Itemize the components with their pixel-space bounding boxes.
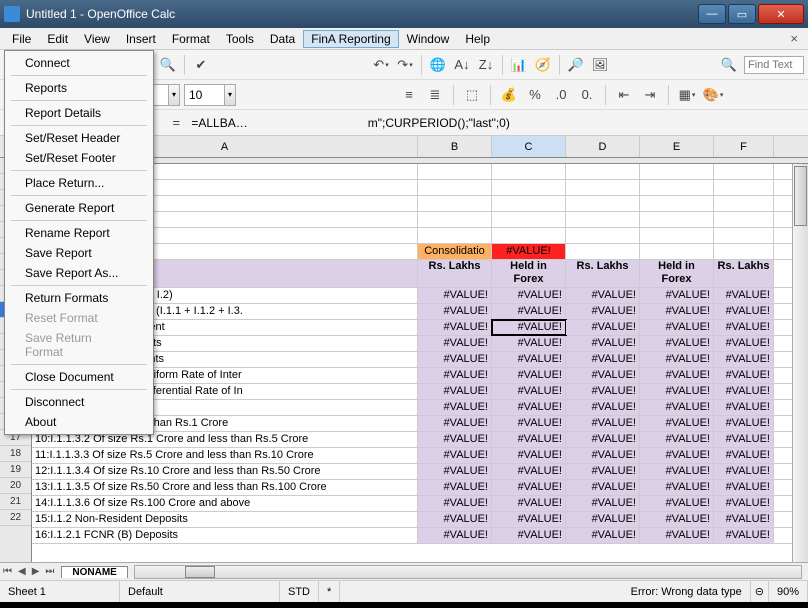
- cell-a22[interactable]: 16:I.1.2.1 FCNR (B) Deposits: [32, 528, 418, 543]
- sheet-tabs: ⏮ ◀ ▶ ⏭ NONAME: [0, 562, 808, 580]
- fina-reporting-menu: Connect Reports Report Details Set/Reset He…: [4, 50, 154, 435]
- doc-close-icon[interactable]: ×: [784, 29, 804, 48]
- menu-format[interactable]: Format: [164, 30, 218, 48]
- standard-toolbar: 📄 📂 💾 ✉ 📕 🖨 🔍 ✔ ConnectReportsReport Det…: [0, 50, 808, 80]
- column-header-D[interactable]: D: [566, 136, 640, 157]
- menuitem-disconnect[interactable]: Disconnect: [7, 392, 151, 412]
- sort-asc-button[interactable]: A↓: [451, 54, 473, 76]
- cell-a18[interactable]: 12:I.1.1.3.4 Of size Rs.10 Crore and les…: [32, 464, 418, 479]
- menuitem-place-return-[interactable]: Place Return...: [7, 173, 151, 193]
- borders-button[interactable]: ▦: [676, 84, 698, 106]
- menuitem-report-details[interactable]: Report Details: [7, 103, 151, 123]
- cell-a21[interactable]: 15:I.1.2 Non-Resident Deposits: [32, 512, 418, 527]
- cell-a17[interactable]: 11:I.1.1.3.3 Of size Rs.5 Crore and less…: [32, 448, 418, 463]
- menuitem-about[interactable]: About: [7, 412, 151, 432]
- menuitem-reset-format: Reset Format: [7, 308, 151, 328]
- menu-fina-reporting[interactable]: FinA Reporting: [303, 30, 398, 48]
- zoom-out-button[interactable]: ⊝: [751, 581, 769, 602]
- row-header-18[interactable]: 18: [0, 446, 31, 462]
- inc-indent-button[interactable]: ⇥: [639, 84, 661, 106]
- percent-button[interactable]: %: [524, 84, 546, 106]
- spellcheck-button[interactable]: ✔: [190, 54, 212, 76]
- row-header-19[interactable]: 19: [0, 462, 31, 478]
- currency-button[interactable]: 💰: [498, 84, 520, 106]
- column-header-C[interactable]: C: [492, 136, 566, 157]
- menuitem-save-report[interactable]: Save Report: [7, 243, 151, 263]
- row-header-21[interactable]: 21: [0, 494, 31, 510]
- status-modified: *: [319, 581, 340, 602]
- menu-edit[interactable]: Edit: [39, 30, 76, 48]
- sheet-tab[interactable]: NONAME: [61, 566, 127, 578]
- zoom-level[interactable]: 90%: [769, 581, 808, 602]
- menuitem-connect[interactable]: Connect: [7, 53, 151, 73]
- status-mode: STD: [280, 581, 319, 602]
- find-icon: 🔍: [718, 54, 740, 76]
- horizontal-scrollbar[interactable]: [134, 565, 802, 579]
- menuitem-save-report-as-[interactable]: Save Report As...: [7, 263, 151, 283]
- redo-button[interactable]: ↷: [394, 54, 416, 76]
- minimize-button[interactable]: —: [698, 4, 726, 24]
- menubar: FileEditViewInsertFormatToolsDataFinA Re…: [0, 28, 808, 50]
- merge-cells-button[interactable]: ⬚: [461, 84, 483, 106]
- dec-indent-button[interactable]: ⇤: [613, 84, 635, 106]
- menuitem-return-formats[interactable]: Return Formats: [7, 288, 151, 308]
- undo-button[interactable]: ↶: [370, 54, 392, 76]
- column-header-F[interactable]: F: [714, 136, 774, 157]
- menu-file[interactable]: File: [4, 30, 39, 48]
- status-style: Default: [120, 581, 280, 602]
- tab-first-button[interactable]: ⏮: [0, 566, 15, 577]
- justify-button[interactable]: ≣: [424, 84, 446, 106]
- row-header-20[interactable]: 20: [0, 478, 31, 494]
- menuitem-set-reset-footer[interactable]: Set/Reset Footer: [7, 148, 151, 168]
- font-size-combo[interactable]: 10▾: [184, 84, 236, 106]
- sort-desc-button[interactable]: Z↓: [475, 54, 497, 76]
- hyperlink-button[interactable]: 🌐: [427, 54, 449, 76]
- menuitem-generate-report[interactable]: Generate Report: [7, 198, 151, 218]
- formula-input[interactable]: =ALLBA… m";CURPERIOD();"last";0): [191, 116, 804, 130]
- menuitem-set-reset-header[interactable]: Set/Reset Header: [7, 128, 151, 148]
- status-error: Error: Wrong data type: [340, 581, 750, 602]
- menu-view[interactable]: View: [76, 30, 118, 48]
- active-cell[interactable]: #VALUE!: [492, 320, 566, 335]
- menuitem-reports[interactable]: Reports: [7, 78, 151, 98]
- preview-button[interactable]: 🔍: [157, 54, 179, 76]
- bgcolor-button[interactable]: 🎨: [702, 84, 724, 106]
- menu-tools[interactable]: Tools: [218, 30, 262, 48]
- column-header-B[interactable]: B: [418, 136, 492, 157]
- find-input[interactable]: [744, 56, 804, 74]
- window-title: Untitled 1 - OpenOffice Calc: [26, 7, 175, 21]
- gallery-button[interactable]: 🖼: [589, 54, 611, 76]
- row-header-22[interactable]: 22: [0, 510, 31, 526]
- menu-window[interactable]: Window: [399, 30, 458, 48]
- cell-a19[interactable]: 13:I.1.1.3.5 Of size Rs.50 Crore and les…: [32, 480, 418, 495]
- close-button[interactable]: ✕: [758, 4, 804, 24]
- vertical-scrollbar[interactable]: [792, 164, 808, 562]
- maximize-button[interactable]: ▭: [728, 4, 756, 24]
- equals-button[interactable]: =: [165, 112, 187, 134]
- menuitem-save-return-format: Save Return Format: [7, 328, 151, 362]
- chart-button[interactable]: 📊: [508, 54, 530, 76]
- find-button[interactable]: 🔎: [565, 54, 587, 76]
- navigator-button[interactable]: 🧭: [532, 54, 554, 76]
- tab-next-button[interactable]: ▶: [29, 566, 43, 577]
- status-bar: Sheet 1 Default STD * Error: Wrong data …: [0, 580, 808, 602]
- tab-last-button[interactable]: ⏭: [42, 566, 57, 577]
- column-header-E[interactable]: E: [640, 136, 714, 157]
- menuitem-close-document[interactable]: Close Document: [7, 367, 151, 387]
- menu-insert[interactable]: Insert: [118, 30, 164, 48]
- add-decimal-button[interactable]: .0: [550, 84, 572, 106]
- app-icon: [4, 6, 20, 22]
- menu-help[interactable]: Help: [457, 30, 498, 48]
- remove-decimal-button[interactable]: 0.: [576, 84, 598, 106]
- status-sheet: Sheet 1: [0, 581, 120, 602]
- menu-data[interactable]: Data: [262, 30, 303, 48]
- align-right-button[interactable]: ≡: [398, 84, 420, 106]
- cell-a20[interactable]: 14:I.1.1.3.6 Of size Rs.100 Crore and ab…: [32, 496, 418, 511]
- font-size-value: 10: [189, 88, 202, 102]
- menuitem-rename-report[interactable]: Rename Report: [7, 223, 151, 243]
- tab-prev-button[interactable]: ◀: [15, 566, 29, 577]
- window-titlebar: Untitled 1 - OpenOffice Calc — ▭ ✕: [0, 0, 808, 28]
